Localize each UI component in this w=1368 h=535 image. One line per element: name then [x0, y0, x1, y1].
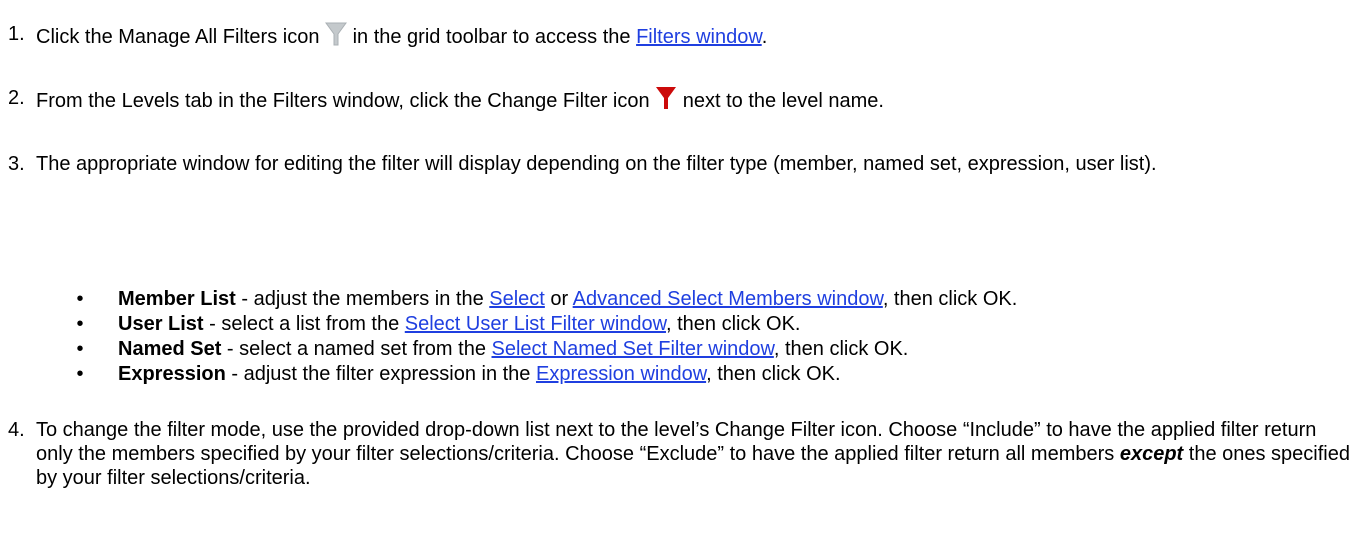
- list-item-text: Member List - adjust the members in the …: [118, 287, 1017, 311]
- select-link[interactable]: Select: [489, 288, 545, 310]
- list-item-text-part: - adjust the filter expression in the: [225, 363, 536, 385]
- bullet-dot: •: [76, 288, 84, 310]
- step-number: 2.: [8, 87, 25, 109]
- filter-type-list: • Member List - adjust the members in th…: [74, 287, 1358, 387]
- filters-window-link[interactable]: Filters window: [636, 26, 762, 48]
- list-item: • Member List - adjust the members in th…: [74, 287, 1358, 312]
- list-item-text-part: - select a named set from the: [221, 338, 492, 360]
- list-item-text: User List - select a list from the Selec…: [118, 312, 800, 336]
- step-text-part: next to the level name.: [677, 90, 884, 112]
- step-2: 2. From the Levels tab in the Filters wi…: [8, 86, 1358, 116]
- list-item: • User List - select a list from the Sel…: [74, 312, 1358, 337]
- list-item-text-part: or: [544, 288, 573, 310]
- list-item-text-part: , then click OK.: [665, 313, 801, 335]
- expression-window-link[interactable]: Expression window: [536, 363, 706, 385]
- step-number: 3.: [8, 153, 25, 175]
- step-text-part: From the Levels tab in the Filters windo…: [36, 90, 656, 112]
- list-item-text-part: , then click OK.: [706, 363, 841, 385]
- advanced-select-members-window-link[interactable]: Advanced Select Members window: [573, 288, 883, 310]
- step-number: 4.: [8, 419, 25, 441]
- step-text: The appropriate window for editing the f…: [36, 153, 1157, 175]
- bullet-dot: •: [76, 313, 84, 335]
- step-4: 4. To change the filter mode, use the pr…: [8, 418, 1358, 490]
- select-named-set-filter-window-link[interactable]: Select Named Set Filter window: [492, 338, 774, 360]
- step-text: Click the Manage All Filters icon in the…: [36, 22, 1358, 52]
- filter-type-name: Member List: [118, 288, 236, 310]
- step-3: 3. The appropriate window for editing th…: [8, 152, 1358, 176]
- bullet-dot: •: [76, 338, 84, 360]
- step-text: From the Levels tab in the Filters windo…: [36, 86, 1358, 116]
- step-text-part: in the grid toolbar to access the: [347, 26, 637, 48]
- list-item-text: Named Set - select a named set from the …: [118, 337, 908, 361]
- list-item-text-part: - select a list from the: [203, 313, 405, 335]
- step-number: 1.: [8, 23, 25, 45]
- emphasis-text: except: [1119, 443, 1184, 465]
- list-item-text: Expression - adjust the filter expressio…: [118, 362, 841, 386]
- list-item-text-part: , then click OK.: [773, 338, 909, 360]
- list-item-text-part: , then click OK.: [882, 288, 1018, 310]
- list-item: • Expression - adjust the filter express…: [74, 362, 1358, 387]
- step-text-part: .: [761, 26, 768, 48]
- list-item: • Named Set - select a named set from th…: [74, 337, 1358, 362]
- select-user-list-filter-window-link[interactable]: Select User List Filter window: [405, 313, 666, 335]
- filter-type-name: User List: [118, 313, 204, 335]
- step-text-part: Click the Manage All Filters icon: [36, 26, 326, 48]
- filter-red-icon: [655, 86, 677, 116]
- filter-gray-icon: [325, 22, 347, 52]
- list-item-text-part: - adjust the members in the: [235, 288, 490, 310]
- step-1: 1. Click the Manage All Filters icon in …: [8, 22, 1358, 52]
- bullet-dot: •: [76, 363, 84, 385]
- filter-type-name: Expression: [118, 363, 226, 385]
- step-text: To change the filter mode, use the provi…: [36, 418, 1358, 490]
- filter-type-name: Named Set: [118, 338, 222, 360]
